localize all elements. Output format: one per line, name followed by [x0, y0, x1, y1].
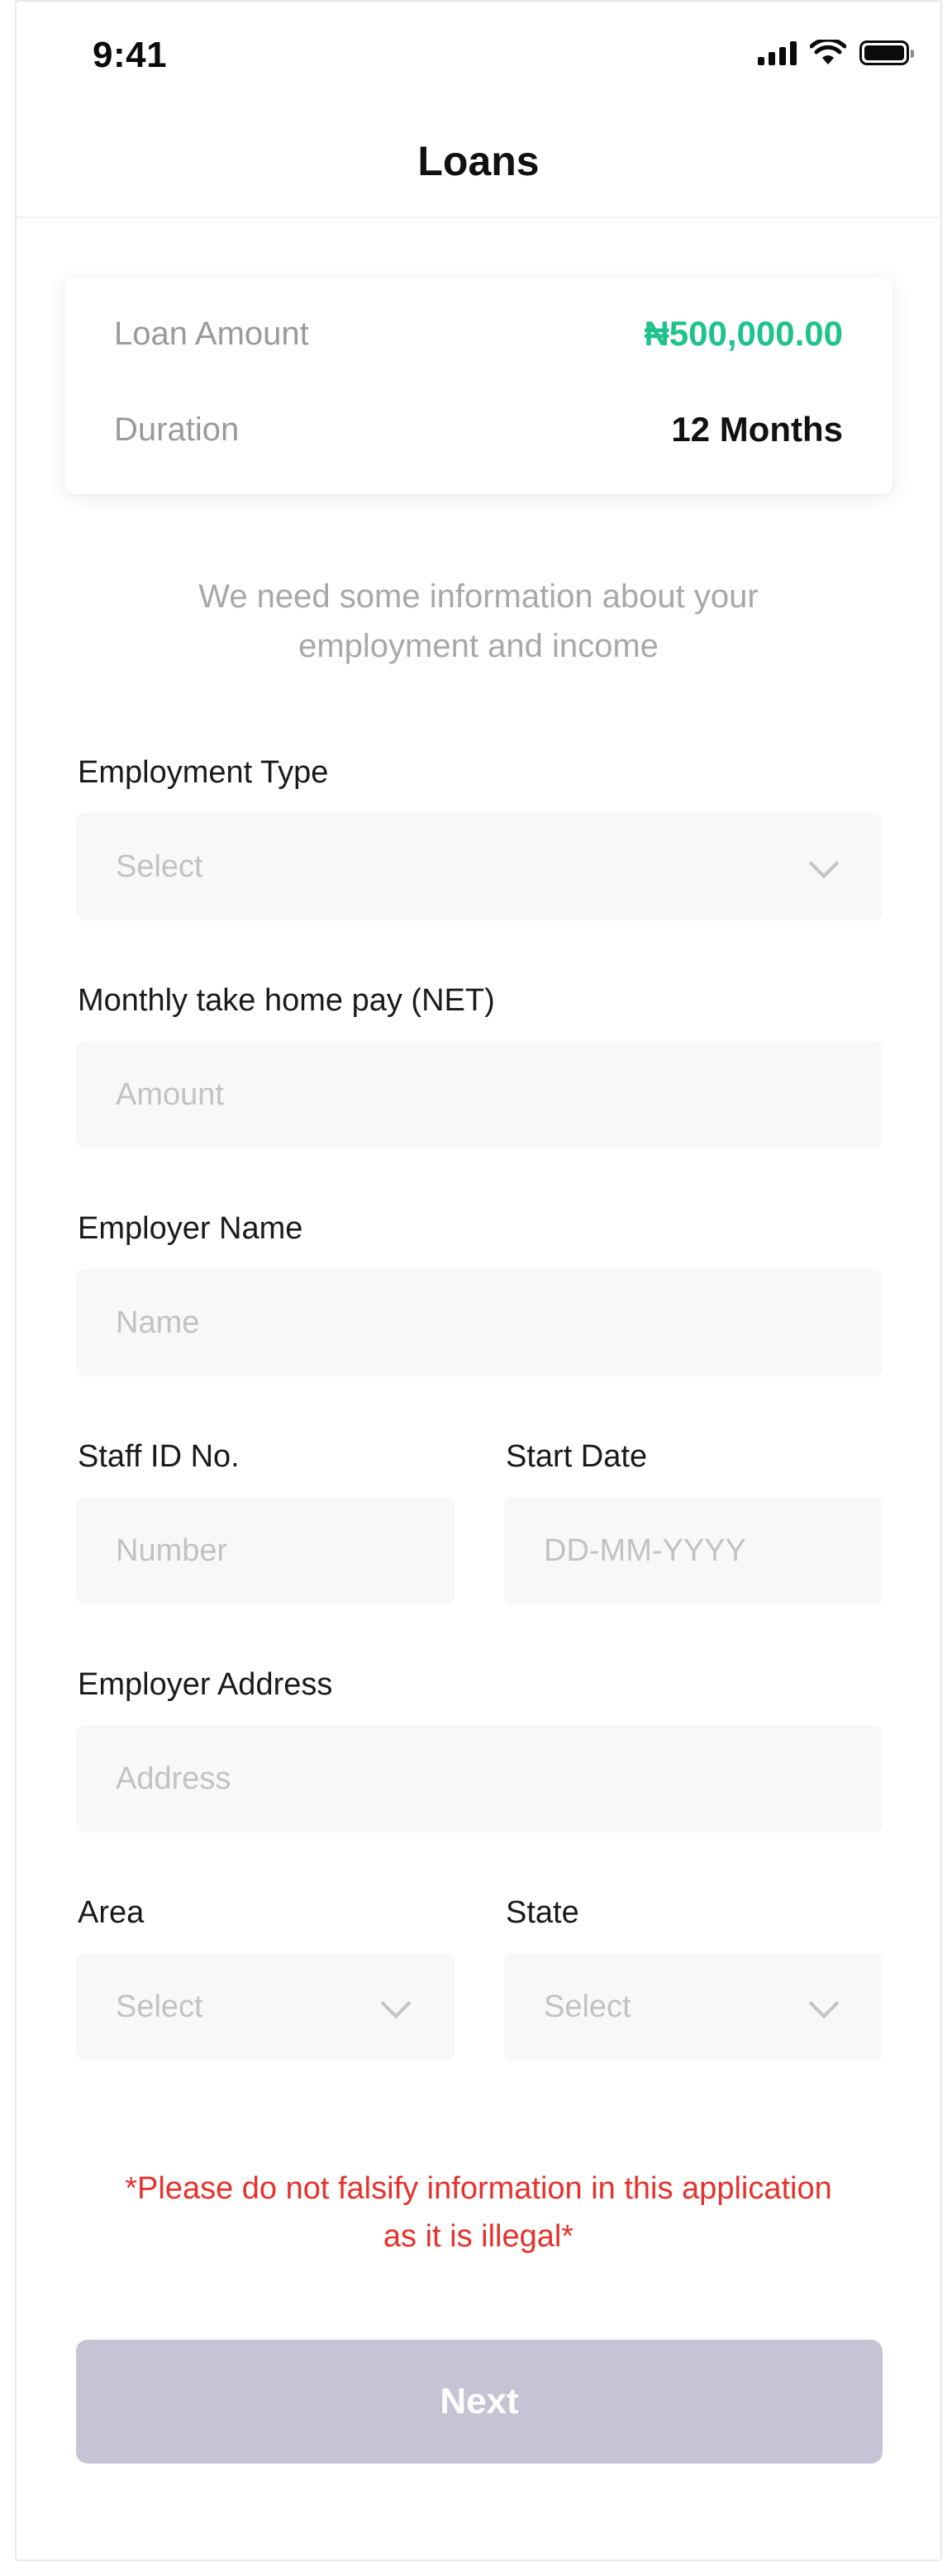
start-date-input[interactable]: DD-MM-YYYY: [504, 1497, 883, 1604]
state-label: State: [506, 1895, 579, 1930]
staff-id-placeholder: Number: [116, 1533, 228, 1568]
signal-icon: [758, 40, 797, 65]
employer-name-label: Employer Name: [78, 1211, 303, 1246]
status-icons: [758, 40, 914, 66]
falsify-warning: *Please do not falsify information in th…: [125, 2171, 832, 2254]
employer-address-input[interactable]: Address: [76, 1725, 883, 1832]
duration-value: 12 Months: [671, 410, 843, 449]
next-button[interactable]: Next: [76, 2340, 883, 2464]
start-date-placeholder: DD-MM-YYYY: [544, 1533, 746, 1568]
employment-type-placeholder: Select: [116, 848, 203, 884]
header-divider: [17, 216, 940, 218]
monthly-pay-label: Monthly take home pay (NET): [78, 983, 495, 1018]
employment-type-select[interactable]: Select: [76, 813, 883, 920]
loan-amount-value: ₦500,000.00: [644, 314, 843, 353]
state-placeholder: Select: [544, 1989, 631, 2024]
battery-icon: [859, 40, 914, 65]
employment-type-label: Employment Type: [78, 755, 329, 790]
phone-screen: 9:41 Loans Loan Amount ₦500,000.00 Durat…: [15, 0, 942, 2561]
intro-text: We need some information about your empl…: [198, 578, 759, 664]
employer-address-placeholder: Address: [116, 1761, 231, 1796]
chevron-down-icon: [808, 848, 840, 879]
wifi-icon: [810, 40, 846, 64]
loan-summary-card: Loan Amount ₦500,000.00 Duration 12 Mont…: [64, 278, 892, 494]
employer-address-label: Employer Address: [78, 1667, 333, 1702]
staff-id-label: Staff ID No.: [78, 1439, 240, 1474]
loan-amount-row: Loan Amount ₦500,000.00: [114, 314, 843, 354]
page-title: Loans: [417, 138, 540, 184]
monthly-pay-input[interactable]: Amount: [76, 1041, 883, 1148]
chevron-down-icon: [808, 1988, 840, 2019]
employer-name-input[interactable]: Name: [76, 1269, 883, 1376]
area-label: Area: [78, 1895, 145, 1930]
staff-id-input[interactable]: Number: [76, 1497, 455, 1604]
status-time: 9:41: [93, 35, 168, 75]
loan-amount-label: Loan Amount: [114, 315, 309, 352]
duration-label: Duration: [114, 411, 240, 448]
employer-name-placeholder: Name: [116, 1305, 200, 1340]
area-placeholder: Select: [116, 1989, 203, 2024]
monthly-pay-placeholder: Amount: [116, 1077, 224, 1112]
area-select[interactable]: Select: [76, 1953, 455, 2060]
start-date-label: Start Date: [506, 1439, 648, 1474]
chevron-down-icon: [380, 1988, 412, 2019]
state-select[interactable]: Select: [504, 1953, 883, 2060]
duration-row: Duration 12 Months: [114, 410, 843, 449]
